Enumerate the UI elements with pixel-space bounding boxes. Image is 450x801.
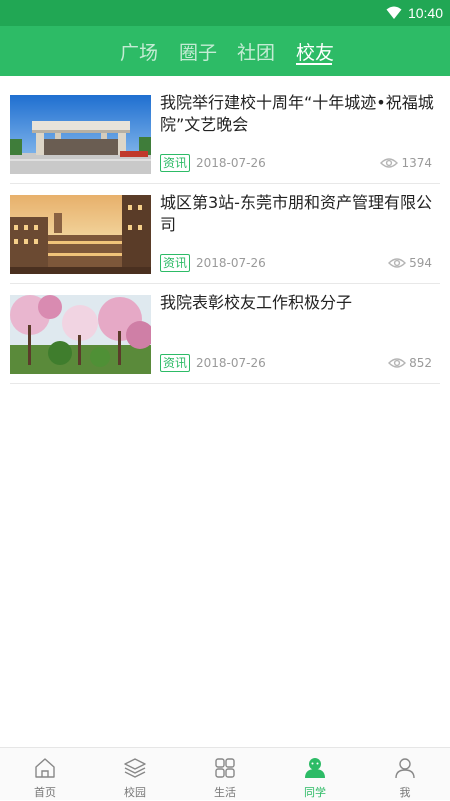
- eye-icon: [380, 158, 398, 168]
- bottom-tab-bar: 首页 校园 生活 同学 我: [0, 747, 450, 800]
- tab-alumni[interactable]: 校友: [296, 38, 334, 65]
- top-tab-bar: 广场 圈子 社团 校友: [0, 26, 450, 76]
- wifi-icon: [386, 6, 402, 19]
- magnolia-trees-photo: [10, 295, 151, 374]
- eye-icon: [388, 358, 406, 368]
- bottom-tab-label: 生活: [214, 786, 236, 799]
- status-time: 10:40: [407, 5, 443, 21]
- person-icon: [395, 758, 415, 779]
- article-date: 2018-07-26: [196, 156, 266, 170]
- view-count: 852: [409, 356, 432, 370]
- tab-circle[interactable]: 圈子: [179, 38, 217, 65]
- article-title[interactable]: 我院举行建校十周年“十年城迹•祝福城院”文艺晚会: [160, 92, 436, 136]
- list-item[interactable]: 我院举行建校十周年“十年城迹•祝福城院”文艺晚会 资讯 2018-07-26 1…: [0, 84, 450, 184]
- bottom-tab-home[interactable]: 首页: [0, 748, 90, 801]
- list-item[interactable]: 我院表彰校友工作积极分子 资讯 2018-07-26 852: [0, 284, 450, 384]
- eye-icon: [388, 258, 406, 268]
- layers-icon: [124, 758, 146, 778]
- bottom-tab-classmates[interactable]: 同学: [270, 748, 360, 801]
- campus-building-sunset-photo: [10, 195, 151, 274]
- bottom-tab-label: 同学: [304, 786, 326, 799]
- bottom-tab-life[interactable]: 生活: [180, 748, 270, 801]
- bottom-tab-label: 首页: [34, 786, 56, 799]
- bottom-tab-campus[interactable]: 校园: [90, 748, 180, 801]
- article-date: 2018-07-26: [196, 356, 266, 370]
- bottom-tab-me[interactable]: 我: [360, 748, 450, 801]
- view-count: 1374: [401, 156, 432, 170]
- bottom-tab-label: 校园: [124, 786, 146, 799]
- view-count: 594: [409, 256, 432, 270]
- tab-clubs[interactable]: 社团: [237, 38, 275, 65]
- article-date: 2018-07-26: [196, 256, 266, 270]
- category-tag: 资讯: [160, 354, 191, 372]
- tab-square[interactable]: 广场: [120, 38, 158, 65]
- home-icon: [35, 758, 55, 778]
- divider: [10, 383, 440, 384]
- bottom-tab-label: 我: [399, 786, 411, 799]
- classmates-icon: [305, 758, 325, 778]
- grid-icon: [215, 758, 235, 778]
- article-title[interactable]: 城区第3站-东莞市朋和资产管理有限公司: [160, 192, 436, 236]
- active-tab-indicator: [296, 63, 332, 65]
- category-tag: 资讯: [160, 154, 191, 172]
- category-tag: 资讯: [160, 254, 191, 272]
- campus-gate-photo: [10, 95, 151, 174]
- article-title[interactable]: 我院表彰校友工作积极分子: [160, 292, 436, 314]
- status-bar: 10:40: [0, 0, 450, 26]
- list-item[interactable]: 城区第3站-东莞市朋和资产管理有限公司 资讯 2018-07-26 594: [0, 184, 450, 284]
